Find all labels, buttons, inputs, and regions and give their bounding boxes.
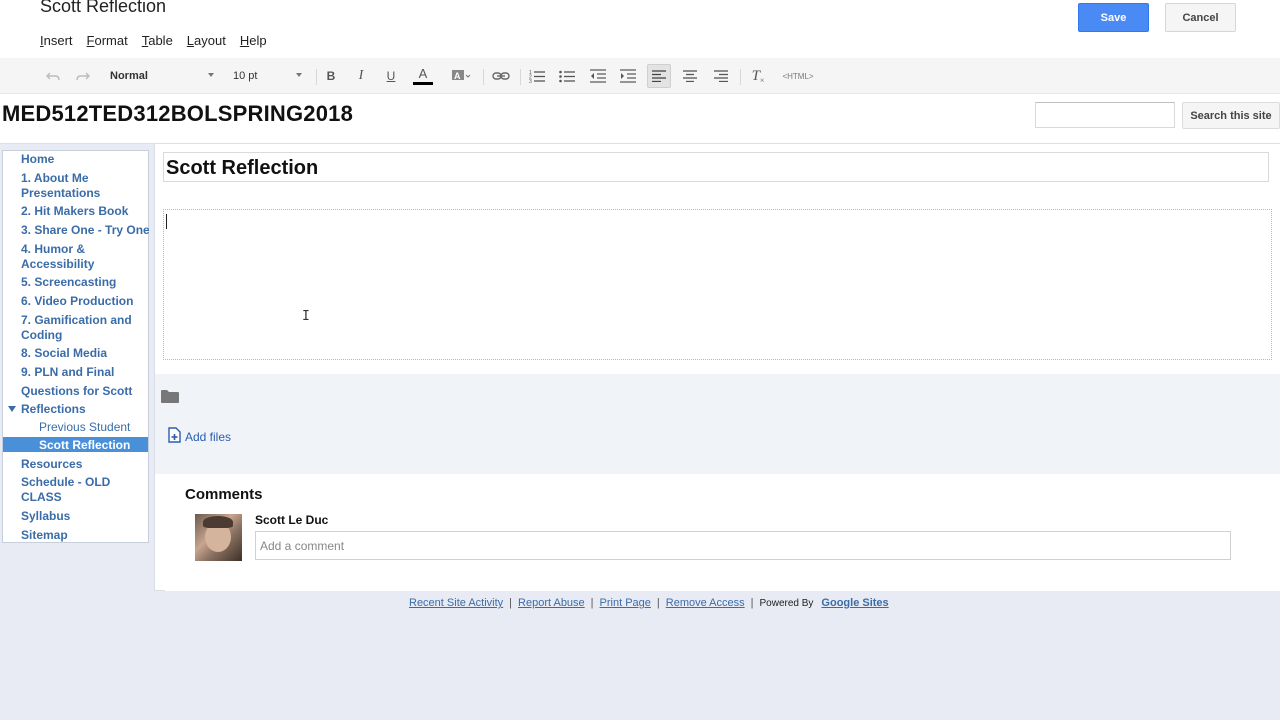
page-body-editor[interactable]: I (163, 209, 1272, 360)
avatar (195, 514, 242, 561)
footer-powered-by: Powered By (759, 597, 814, 609)
folder-icon[interactable] (161, 389, 179, 408)
sidebar-item-resources[interactable]: Resources (21, 457, 149, 472)
highlight-color-icon[interactable]: A (450, 64, 472, 88)
sidebar-item-about-me[interactable]: 1. About Me Presentations (21, 171, 149, 201)
italic-button[interactable]: I (352, 64, 370, 88)
comment-user-name: Scott Le Duc (255, 513, 329, 527)
cancel-button[interactable]: Cancel (1165, 3, 1236, 32)
document-title: Scott Reflection (40, 0, 167, 16)
text-caret (166, 214, 167, 229)
sidebar-item-screencasting[interactable]: 5. Screencasting (21, 275, 149, 290)
text-color-icon: A (418, 65, 428, 81)
add-files-link[interactable]: Add files (168, 427, 231, 446)
clear-formatting-glyph: T (751, 67, 760, 84)
footer-report-abuse-link[interactable]: Report Abuse (518, 597, 585, 609)
bold-button[interactable]: B (322, 64, 340, 88)
footer-divider: | (750, 597, 754, 609)
sidebar-item-home[interactable]: Home (21, 152, 149, 167)
sidebar-item-video[interactable]: 6. Video Production (21, 294, 149, 309)
footer-divider: | (509, 597, 513, 609)
site-search-input[interactable] (1035, 102, 1175, 128)
toolbar-divider (483, 69, 484, 85)
comments-heading: Comments (185, 486, 263, 503)
menu-help[interactable]: Help (240, 33, 267, 48)
add-file-icon (168, 427, 181, 446)
sidebar-item-reflections[interactable]: Reflections (21, 402, 149, 417)
font-size-value: 10 pt (233, 70, 258, 82)
footer-print-page-link[interactable]: Print Page (600, 597, 651, 609)
text-color-swatch (413, 81, 433, 85)
sidebar-item-scott-reflection[interactable]: Scott Reflection (39, 438, 167, 453)
editor-header: Scott Reflection Insert Format Table Lay… (0, 0, 1280, 58)
page-title-field[interactable]: Scott Reflection (163, 152, 1269, 182)
undo-icon[interactable] (44, 64, 62, 88)
sidebar-item-gamification[interactable]: 7. Gamification and Coding (21, 313, 149, 343)
svg-text:A: A (454, 71, 461, 81)
sidebar-item-pln[interactable]: 9. PLN and Final (21, 365, 149, 380)
sidebar-item-social-media[interactable]: 8. Social Media (21, 346, 149, 361)
text-cursor-icon: I (302, 309, 310, 324)
sidebar-item-sitemap[interactable]: Sitemap (21, 528, 149, 543)
attachments-area: Add files (155, 374, 1280, 474)
underline-button[interactable]: U (382, 64, 400, 88)
comments-section: Comments Scott Le Duc (165, 475, 1280, 591)
svg-text:3: 3 (529, 79, 532, 83)
toolbar-divider (316, 69, 317, 85)
sidebar-item-humor[interactable]: 4. Humor & Accessibility (21, 242, 149, 272)
paragraph-style-dropdown[interactable]: Normal (110, 64, 214, 88)
align-right-icon[interactable] (712, 64, 730, 88)
menu-insert[interactable]: Insert (40, 33, 73, 48)
footer-divider: | (656, 597, 660, 609)
triangle-down-icon[interactable] (8, 406, 16, 412)
clear-formatting-icon[interactable]: T × (749, 64, 767, 88)
align-center-icon[interactable] (681, 64, 699, 88)
page-title[interactable]: Scott Reflection (166, 157, 318, 180)
menu-table[interactable]: Table (142, 33, 173, 48)
footer-remove-access-link[interactable]: Remove Access (666, 597, 745, 609)
save-button[interactable]: Save (1078, 3, 1149, 32)
sidebar-item-schedule[interactable]: Schedule - OLD CLASS (21, 475, 149, 505)
sidebar-item-questions[interactable]: Questions for Scott (21, 384, 149, 399)
main-content: Scott Reflection I Add files Comments Sc… (154, 144, 1280, 591)
footer-recent-activity-link[interactable]: Recent Site Activity (409, 597, 503, 609)
search-site-button[interactable]: Search this site (1182, 102, 1280, 129)
menu-format[interactable]: Format (87, 33, 128, 48)
sidebar-item-hit-makers[interactable]: 2. Hit Makers Book (21, 204, 149, 219)
footer-divider: | (590, 597, 594, 609)
site-name[interactable]: MED512TED312BOLSPRING2018 (2, 101, 353, 127)
footer-google-sites-link[interactable]: Google Sites (821, 597, 888, 609)
site-footer: Recent Site Activity | Report Abuse | Pr… (409, 597, 889, 609)
menu-bar: Insert Format Table Layout Help (40, 33, 281, 48)
site-header: MED512TED312BOLSPRING2018 Search this si… (0, 94, 1280, 144)
align-left-icon[interactable] (647, 64, 671, 88)
format-toolbar: Normal 10 pt B I U A A 123 T × <HTML> (0, 58, 1280, 94)
html-button[interactable]: <HTML> (778, 64, 818, 88)
bulleted-list-icon[interactable] (558, 64, 576, 88)
toolbar-divider (520, 69, 521, 85)
increase-indent-icon[interactable] (619, 64, 637, 88)
decrease-indent-icon[interactable] (589, 64, 607, 88)
numbered-list-icon[interactable]: 123 (528, 64, 546, 88)
add-files-label: Add files (185, 429, 232, 444)
sidebar-item-share-one[interactable]: 3. Share One - Try One (21, 223, 149, 238)
redo-icon[interactable] (74, 64, 92, 88)
comment-input[interactable] (255, 531, 1231, 560)
font-size-dropdown[interactable]: 10 pt (233, 64, 302, 88)
chevron-down-icon (296, 73, 302, 77)
paragraph-style-value: Normal (110, 70, 148, 82)
link-icon[interactable] (490, 64, 512, 88)
clear-x-icon: × (759, 75, 765, 85)
sidebar-item-syllabus[interactable]: Syllabus (21, 509, 149, 524)
menu-layout[interactable]: Layout (187, 33, 226, 48)
chevron-down-icon (208, 73, 214, 77)
toolbar-divider (740, 69, 741, 85)
sidebar-navigation: Home 1. About Me Presentations 2. Hit Ma… (2, 150, 149, 543)
avatar-hair (203, 516, 233, 528)
text-color-button[interactable]: A (412, 64, 434, 88)
sidebar-item-previous-student[interactable]: Previous Student (39, 420, 167, 435)
